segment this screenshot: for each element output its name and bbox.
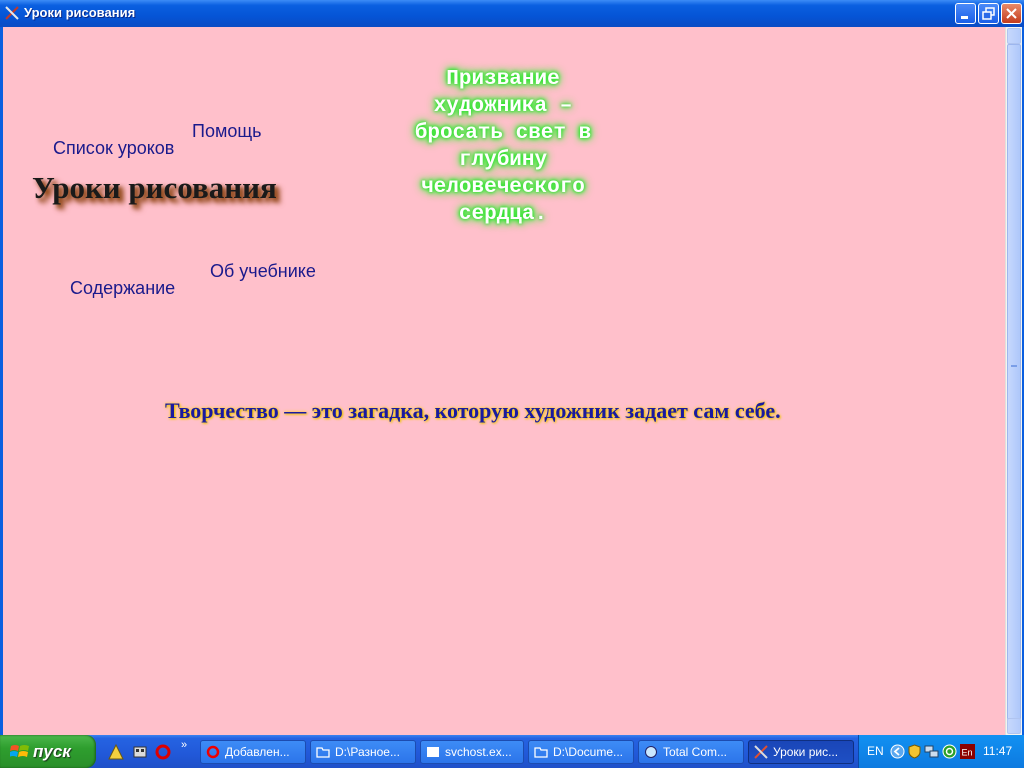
minimize-button[interactable] bbox=[955, 3, 976, 24]
start-button[interactable]: пуск bbox=[0, 735, 96, 768]
link-help[interactable]: Помощь bbox=[192, 121, 262, 142]
system-clock: 11:47 bbox=[983, 744, 1013, 758]
window-title: Уроки рисования bbox=[24, 5, 136, 20]
quicklaunch-opera-icon[interactable] bbox=[155, 744, 171, 760]
window-app-icon bbox=[427, 747, 439, 757]
task-button-1[interactable]: Добавлен... bbox=[200, 740, 306, 764]
task-button-3[interactable]: svchost.ex... bbox=[420, 740, 524, 764]
task-button-2[interactable]: D:\Разное... bbox=[310, 740, 416, 764]
windows-logo-icon bbox=[10, 745, 29, 757]
quicklaunch-more-chevron[interactable]: » bbox=[181, 739, 187, 751]
scroll-down-button[interactable] bbox=[1007, 718, 1021, 734]
scroll-up-button[interactable] bbox=[1007, 28, 1021, 44]
window-title-bar[interactable]: Уроки рисования bbox=[0, 0, 1024, 27]
task-button-5[interactable]: Total Com... bbox=[638, 740, 744, 764]
link-lesson-list[interactable]: Список уроков bbox=[53, 138, 174, 159]
network-icon[interactable] bbox=[924, 744, 939, 759]
quicklaunch-alert-icon[interactable] bbox=[108, 744, 124, 760]
link-contents[interactable]: Содержание bbox=[70, 278, 175, 299]
app-brush-icon bbox=[5, 6, 19, 20]
page-heading: Уроки рисования bbox=[32, 170, 277, 205]
task-button-4[interactable]: D:\Docume... bbox=[528, 740, 634, 764]
folder-icon bbox=[534, 747, 548, 758]
system-tray: EN En 11:47 bbox=[858, 735, 1024, 768]
tray-expand-icon[interactable] bbox=[890, 744, 905, 759]
start-label: пуск bbox=[33, 742, 71, 761]
scroll-thumb[interactable] bbox=[1007, 44, 1021, 720]
security-shield-icon[interactable] bbox=[907, 744, 922, 759]
minimize-icon bbox=[961, 16, 968, 19]
opera-icon bbox=[206, 745, 220, 759]
close-button[interactable] bbox=[1001, 3, 1022, 24]
quicklaunch-film-icon[interactable] bbox=[132, 744, 148, 760]
artist-quote: Призвание художника – бросать свет в глу… bbox=[414, 68, 592, 226]
creativity-saying: Творчество — это загадка, которую художн… bbox=[165, 398, 781, 423]
antivirus-icon[interactable] bbox=[942, 744, 957, 759]
app-brush-icon bbox=[754, 745, 768, 759]
language-indicator[interactable]: EN bbox=[867, 744, 884, 758]
keyboard-layout-icon[interactable]: En bbox=[960, 744, 975, 759]
link-about[interactable]: Об учебнике bbox=[210, 261, 316, 282]
restore-button[interactable] bbox=[978, 3, 999, 24]
taskbar: пуск » Добавлен... D:\Разное... svchost.… bbox=[0, 735, 1024, 768]
restore-icon bbox=[982, 7, 995, 20]
vertical-scrollbar[interactable] bbox=[1005, 27, 1022, 735]
task-button-6[interactable]: Уроки рис... bbox=[748, 740, 854, 764]
folder-icon bbox=[316, 747, 330, 758]
total-commander-icon bbox=[645, 746, 657, 758]
close-icon bbox=[1006, 8, 1017, 19]
svg-text:En: En bbox=[962, 748, 973, 758]
